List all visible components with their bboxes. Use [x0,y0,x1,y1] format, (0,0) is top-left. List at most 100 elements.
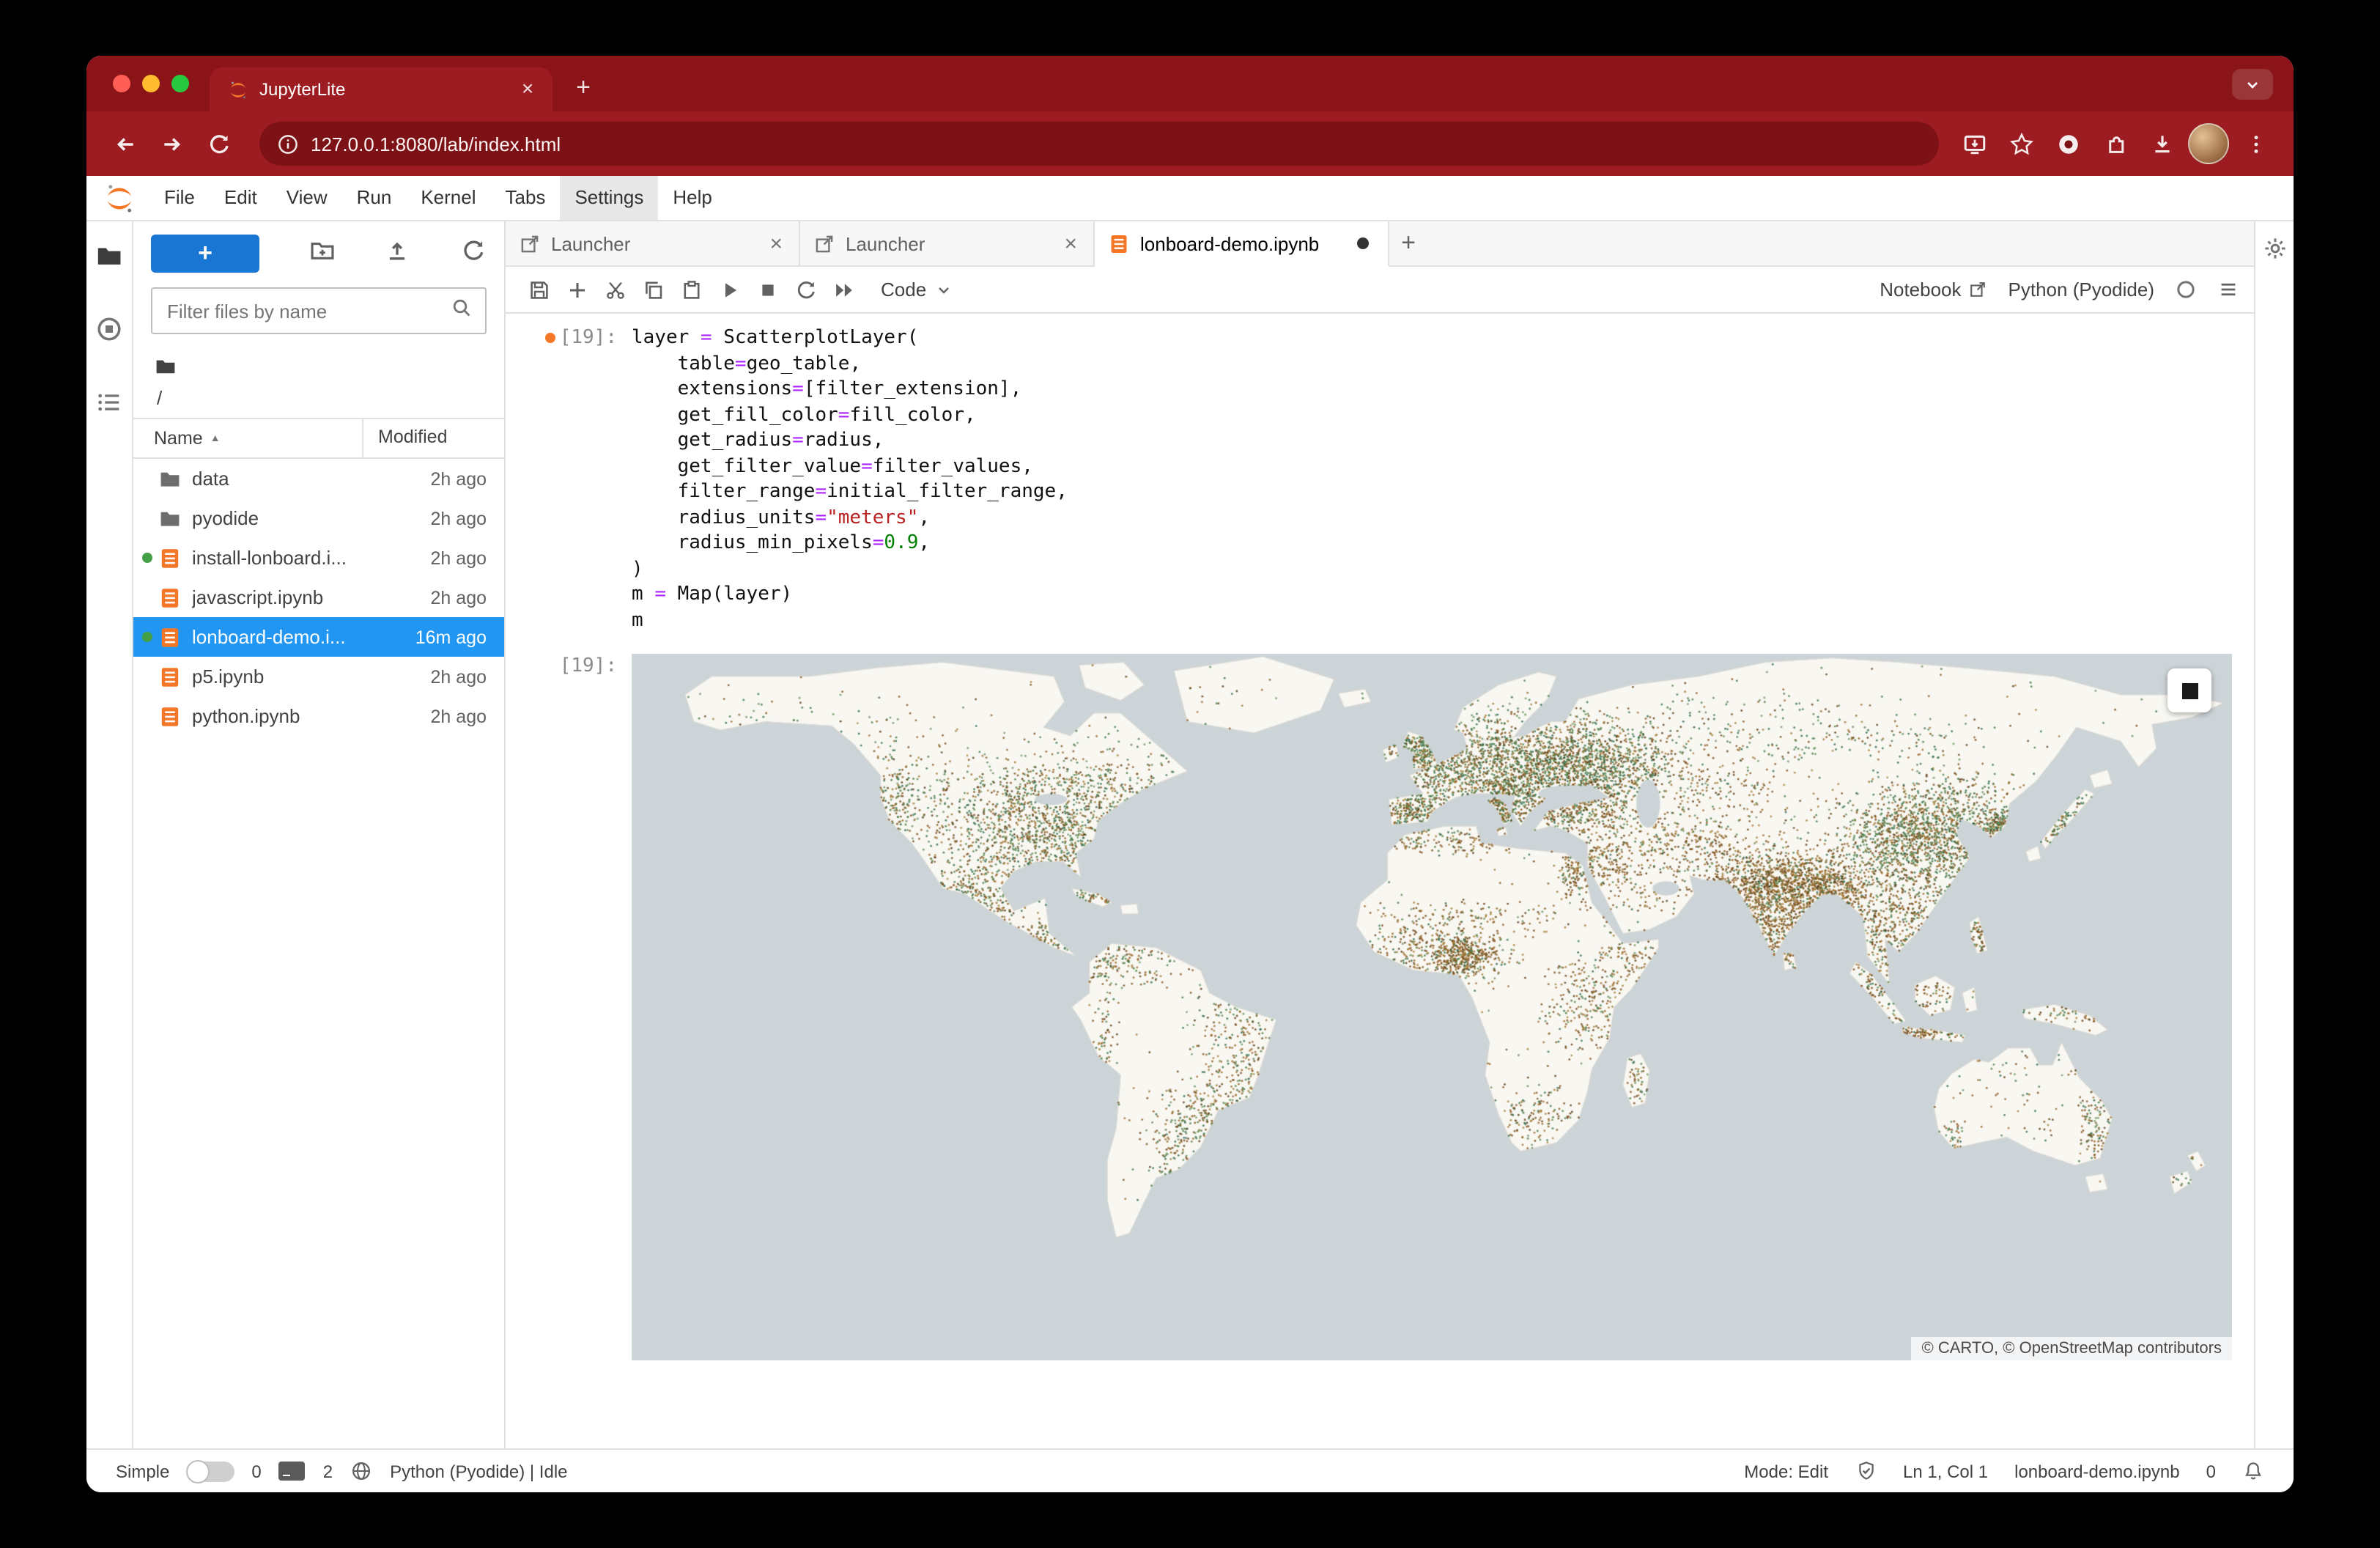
menu-settings[interactable]: Settings [560,176,659,220]
url-text[interactable]: 127.0.0.1:8080/lab/index.html [311,133,561,155]
world-scatterplot-map[interactable] [632,654,2232,1360]
simple-mode-toggle[interactable] [185,1459,234,1483]
save-button[interactable] [520,270,558,309]
bookmark-star-icon[interactable] [2000,123,2041,164]
code-editor[interactable]: layer = ScatterplotLayer( table=geo_tabl… [632,325,1068,633]
tab-search-chevron-icon[interactable] [2232,69,2273,100]
running-kernels-tab-icon[interactable] [95,315,123,350]
launcher-icon [813,232,835,254]
menu-edit[interactable]: Edit [210,176,272,220]
refresh-icon[interactable] [460,237,487,270]
header-name[interactable]: Name ▲ [133,428,362,449]
file-row-pyodide[interactable]: pyodide 2h ago [133,498,504,538]
left-activity-bar [86,221,133,1448]
close-window-button[interactable] [113,75,130,92]
downloads-icon[interactable] [2141,123,2182,164]
profile-avatar[interactable] [2188,123,2229,164]
table-of-contents-tab-icon[interactable] [95,388,123,424]
map-attribution[interactable]: © CARTO, © OpenStreetMap contributors [1911,1337,2232,1360]
site-info-icon[interactable] [277,133,299,155]
trust-shield-icon[interactable] [1855,1460,1877,1482]
cursor-position[interactable]: Ln 1, Col 1 [1903,1461,1988,1481]
file-filter-input[interactable] [164,298,450,323]
notebook-content[interactable]: [19]: layer = ScatterplotLayer( table=ge… [506,314,2254,1448]
active-filename[interactable]: lonboard-demo.ipynb [2014,1461,2180,1481]
file-row-lonboard-demo-i-[interactable]: lonboard-demo.i... 16m ago [133,617,504,657]
hamburger-menu-icon[interactable] [2217,279,2239,301]
reload-button[interactable] [198,122,240,165]
minimize-window-button[interactable] [142,75,160,92]
add-tab-button[interactable]: + [1389,229,1427,258]
dock-tabs: Launcher × Launcher × lonboard-demo.ipynb [506,221,1389,267]
browser-tab[interactable]: JupyterLite × [210,67,552,111]
bell-icon[interactable] [2242,1460,2264,1482]
file-modified: 2h ago [430,587,487,608]
extensions-puzzle-icon[interactable] [2094,123,2135,164]
cell-type-dropdown[interactable]: Code [881,279,953,301]
dock-tab-notebook[interactable]: lonboard-demo.ipynb [1095,221,1389,267]
file-modified: 16m ago [415,627,487,647]
property-inspector-gear-icon[interactable] [2262,236,2287,268]
menu-help[interactable]: Help [658,176,727,220]
kernel-status-text[interactable]: Python (Pyodide) | Idle [390,1461,567,1481]
file-row-data[interactable]: data 2h ago [133,459,504,498]
file-row-python-ipynb[interactable]: python.ipynb 2h ago [133,696,504,736]
terminal-count[interactable]: 2 [323,1461,333,1481]
search-icon [450,295,473,326]
kernel-selector[interactable]: Python (Pyodide) [2008,279,2154,301]
code-line: radius_min_pixels=0.9, [632,532,931,554]
new-launcher-button[interactable]: + [151,235,259,273]
right-activity-bar [2254,221,2294,1448]
run-cell-button[interactable] [711,270,749,309]
forward-button[interactable] [151,122,193,165]
notification-count[interactable]: 0 [2206,1461,2216,1481]
globe-icon[interactable] [350,1460,372,1482]
mode-indicator[interactable]: Mode: Edit [1744,1461,1828,1481]
menu-file[interactable]: File [149,176,210,220]
map-output[interactable]: © CARTO, © OpenStreetMap contributors [632,654,2232,1360]
copy-cells-button[interactable] [635,270,673,309]
restart-run-all-button[interactable] [825,270,863,309]
close-icon[interactable]: × [766,231,786,256]
url-bar[interactable]: 127.0.0.1:8080/lab/index.html [259,122,1939,166]
zoom-window-button[interactable] [171,75,189,92]
menu-run[interactable]: Run [342,176,407,220]
breadcrumb[interactable] [154,355,484,386]
kernel-count[interactable]: 0 [251,1461,261,1481]
file-browser-tab-icon[interactable] [95,242,123,277]
new-tab-button[interactable]: + [564,69,602,107]
paste-cells-button[interactable] [673,270,711,309]
new-folder-icon[interactable] [308,237,335,270]
upload-icon[interactable] [385,237,411,270]
fullscreen-button[interactable] [2168,668,2211,712]
add-cell-button[interactable] [558,270,596,309]
open-in-notebook-view[interactable]: Notebook [1880,279,1987,301]
menu-kernel[interactable]: Kernel [406,176,490,220]
home-folder-icon[interactable] [154,355,177,378]
back-button[interactable] [104,122,147,165]
install-app-icon[interactable] [1954,123,1995,164]
menu-view[interactable]: View [272,176,342,220]
dock-tab-launcher-0[interactable]: Launcher × [506,221,800,267]
file-browser-toolbar: + [151,235,487,273]
close-tab-icon[interactable]: × [514,76,541,103]
menu-tabs[interactable]: Tabs [491,176,561,220]
toolbar-right-icons [1954,123,2276,164]
header-modified[interactable]: Modified [362,419,504,457]
input-prompt: [19]: [506,325,632,633]
kernel-status-icon[interactable] [2175,279,2197,301]
kebab-menu-icon[interactable] [2235,123,2276,164]
kernel-dot-placeholder [142,671,152,682]
file-row-p5-ipynb[interactable]: p5.ipynb 2h ago [133,657,504,696]
folder-icon [158,467,182,490]
file-row-javascript-ipynb[interactable]: javascript.ipynb 2h ago [133,578,504,617]
code-cell[interactable]: [19]: layer = ScatterplotLayer( table=ge… [506,325,2254,633]
interrupt-kernel-button[interactable] [749,270,787,309]
restart-kernel-button[interactable] [787,270,825,309]
dock-tab-launcher-1[interactable]: Launcher × [800,221,1095,267]
close-icon[interactable]: × [1061,231,1080,256]
dirty-indicator[interactable] [1357,237,1369,249]
pinned-extension-icon[interactable] [2047,123,2088,164]
file-row-install-lonboard-i-[interactable]: install-lonboard.i... 2h ago [133,538,504,578]
cut-cells-button[interactable] [596,270,635,309]
